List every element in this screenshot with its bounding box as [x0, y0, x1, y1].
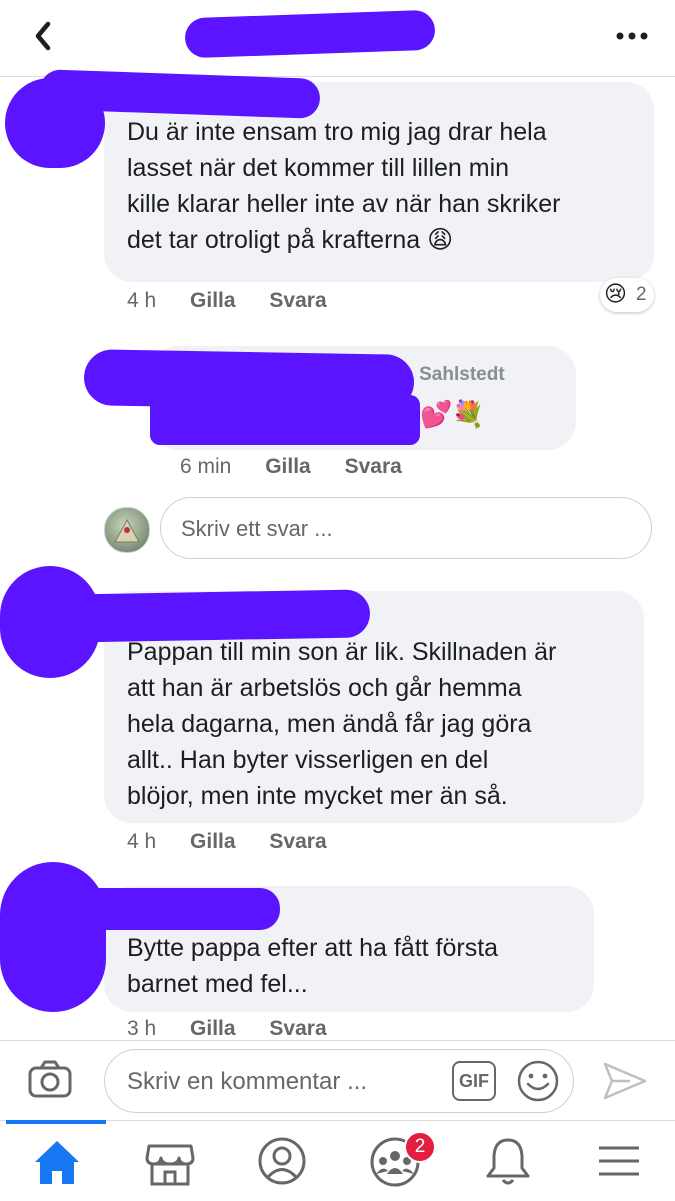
like-button[interactable]: Gilla: [190, 289, 236, 312]
emoji-button[interactable]: [515, 1058, 561, 1104]
reply-time: 6 min: [180, 455, 232, 478]
reaction-emoji: 😢: [604, 281, 627, 306]
profile-icon: [258, 1137, 306, 1185]
nav-marketplace[interactable]: [135, 1128, 205, 1192]
chevron-left-icon: [35, 21, 51, 51]
comment-text: Bytte pappa efter att ha fått första bar…: [127, 934, 499, 998]
more-dots-icon: [616, 32, 648, 40]
reply-text: 💕💐: [420, 399, 485, 429]
redacted-author-name: [70, 888, 280, 930]
marketplace-icon: [145, 1144, 195, 1186]
comment-placeholder: Skriv en kommentar ...: [127, 1068, 368, 1095]
reply-placeholder: Skriv ett svar ...: [181, 516, 333, 541]
nav-home[interactable]: [22, 1128, 92, 1192]
camera-button[interactable]: [26, 1058, 74, 1102]
like-button[interactable]: Gilla: [190, 830, 236, 853]
smiley-icon: [517, 1060, 559, 1102]
send-button[interactable]: [600, 1058, 650, 1104]
send-icon: [603, 1062, 647, 1100]
comment-text: Du är inte ensam tro mig jag drar hela l…: [127, 118, 561, 254]
reply-meta: 6 min Gilla Svara: [180, 455, 402, 479]
menu-icon: [599, 1146, 639, 1176]
avatar-image: [114, 518, 140, 543]
back-button[interactable]: [26, 16, 66, 56]
redacted-reply-text: [150, 395, 420, 445]
comment-meta: 4 h Gilla Svara: [127, 830, 327, 854]
nav-notifications[interactable]: [473, 1128, 543, 1192]
comment-text: Pappan till min son är lik. Skillnaden ä…: [127, 638, 557, 810]
bell-icon: [486, 1138, 530, 1185]
reply-button[interactable]: Svara: [269, 289, 326, 312]
camera-icon: [28, 1060, 72, 1098]
nav-profile[interactable]: [247, 1128, 317, 1192]
reply-button[interactable]: Svara: [345, 455, 402, 478]
reply-input[interactable]: Skriv ett svar ...: [160, 497, 652, 559]
groups-notification-badge: 2: [404, 1131, 436, 1163]
gif-label: GIF: [459, 1071, 489, 1091]
reply-button[interactable]: Svara: [269, 830, 326, 853]
comment-time: 4 h: [127, 289, 157, 312]
home-icon: [35, 1141, 79, 1184]
comment-meta: 4 h Gilla Svara: [127, 289, 327, 313]
reply-button[interactable]: Svara: [269, 1017, 326, 1040]
comment-time: 3 h: [127, 1017, 157, 1040]
redacted-avatar: [0, 862, 106, 1012]
comment-meta: 3 h Gilla Svara: [127, 1017, 327, 1041]
like-button[interactable]: Gilla: [265, 455, 311, 478]
gif-button[interactable]: GIF: [452, 1061, 496, 1101]
like-button[interactable]: Gilla: [190, 1017, 236, 1040]
comment-input[interactable]: Skriv en kommentar ...: [104, 1049, 574, 1113]
user-avatar: [104, 507, 150, 553]
more-options-button[interactable]: [604, 20, 660, 52]
comment-time: 4 h: [127, 830, 157, 853]
reaction-count: 2: [636, 284, 647, 305]
nav-menu[interactable]: [585, 1128, 655, 1192]
bottom-navigation: [0, 1120, 675, 1201]
reaction-badge[interactable]: 😢 2: [600, 278, 654, 312]
active-tab-indicator: [6, 1120, 106, 1124]
